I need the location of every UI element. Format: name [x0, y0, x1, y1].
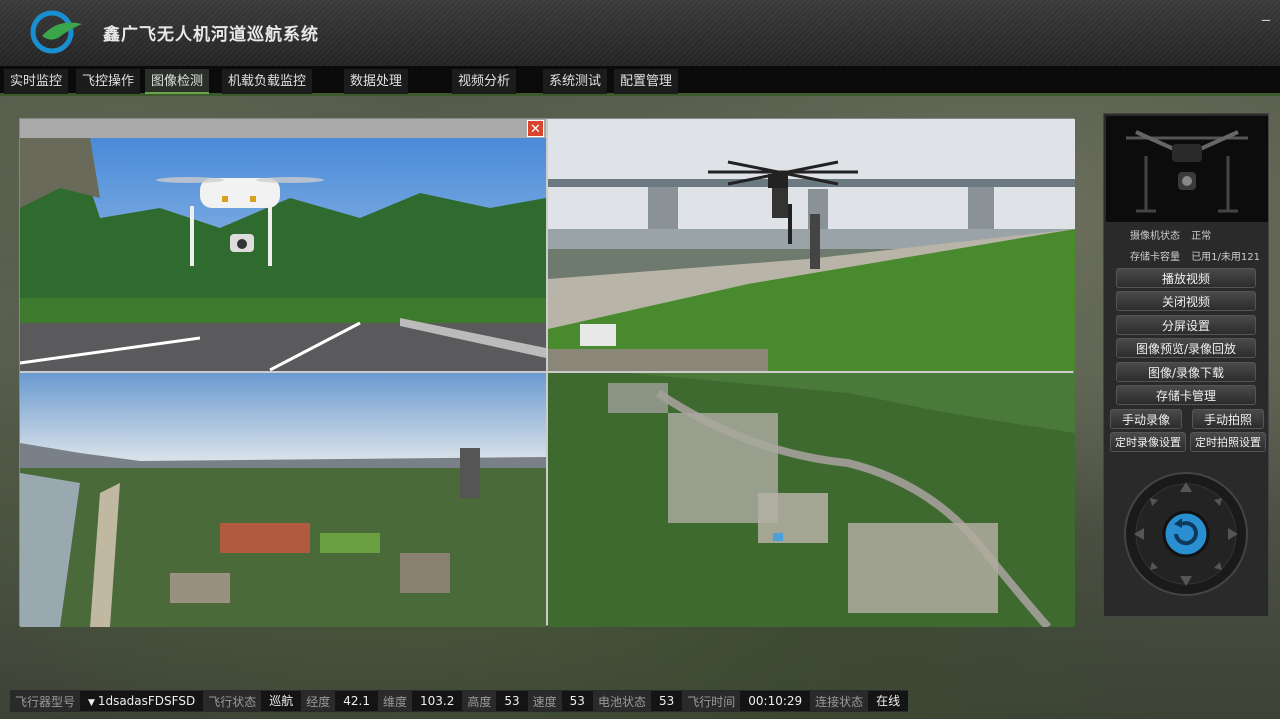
video-frame-hexacopter-river: [548, 119, 1075, 371]
video-grid: ✕: [19, 118, 1075, 627]
title-bar: 鑫广飞无人机河道巡航系统 _: [0, 0, 1280, 66]
tab-flight-control[interactable]: 飞控操作: [76, 69, 141, 94]
camera-control-panel: 摄像机状态 正常 存储卡容量 已用1/未用121 播放视频 关闭视频 分屏设置 …: [1103, 113, 1269, 617]
tab-image-detect[interactable]: 图像检测: [145, 69, 210, 94]
manual-photo-button[interactable]: 手动拍照: [1192, 409, 1264, 429]
storage-status-row: 存储卡容量 已用1/未用121: [1104, 248, 1270, 263]
play-video-button[interactable]: 播放视频: [1116, 268, 1256, 288]
storage-label: 存储卡容量: [1130, 252, 1180, 263]
storage-value: 已用1/未用121: [1191, 252, 1261, 263]
flight-state-label: 飞行状态: [208, 694, 257, 709]
battery-value: 53: [650, 691, 683, 711]
battery-label: 电池状态: [597, 694, 646, 709]
camera-status-label: 摄像机状态: [1130, 231, 1180, 242]
flight-time-value: 00:10:29: [740, 691, 811, 711]
video-pane-1[interactable]: ✕: [20, 119, 546, 371]
dropdown-arrow-icon: ▼: [88, 698, 98, 708]
ptz-control-pad[interactable]: [1124, 472, 1248, 596]
altitude-value: 53: [496, 691, 528, 711]
tab-data-process[interactable]: 数据处理: [344, 69, 409, 94]
split-screen-button[interactable]: 分屏设置: [1116, 315, 1256, 335]
manual-record-button[interactable]: 手动录像: [1110, 409, 1182, 429]
speed-value: 53: [561, 691, 593, 711]
camera-status-row: 摄像机状态 正常: [1104, 227, 1270, 242]
video-pane-2[interactable]: [548, 119, 1075, 371]
tab-video-analysis[interactable]: 视频分析: [452, 69, 517, 94]
model-select[interactable]: ▼ 1dsadasFDSFSD: [80, 691, 204, 711]
tab-system-test[interactable]: 系统测试: [543, 69, 608, 94]
flight-time-label: 飞行时间: [687, 694, 736, 709]
camera-status-value: 正常: [1191, 231, 1212, 242]
model-label: 飞行器型号: [15, 694, 76, 709]
preview-playback-button[interactable]: 图像预览/录像回放: [1116, 338, 1256, 358]
minimize-button[interactable]: _: [1262, 2, 1270, 21]
pane-title-bar: [20, 119, 546, 138]
video-frame-satellite: [548, 373, 1075, 627]
tab-payload-monitor[interactable]: 机载负载监控: [222, 69, 313, 94]
app-logo: [30, 10, 82, 54]
latitude-label: 维度: [382, 694, 407, 709]
flight-status-bar: 飞行器型号 ▼ 1dsadasFDSFSD 飞行状态 巡航 经度 42.1 维度…: [10, 690, 909, 712]
storage-card-button[interactable]: 存储卡管理: [1116, 385, 1256, 405]
close-video-button[interactable]: 关闭视频: [1116, 291, 1256, 311]
video-pane-3[interactable]: [20, 373, 546, 627]
latitude-value: 103.2: [411, 691, 463, 711]
main-nav: 实时监控 飞控操作 图像检测 机载负载监控 数据处理 视频分析 系统测试 配置管…: [0, 66, 1280, 96]
video-pane-4[interactable]: [548, 373, 1075, 627]
download-button[interactable]: 图像/录像下载: [1116, 362, 1256, 382]
model-value: 1dsadasFDSFSD: [97, 694, 196, 708]
app-title: 鑫广飞无人机河道巡航系统: [103, 25, 319, 45]
video-frame-drone-road: [20, 138, 546, 371]
timed-photo-button[interactable]: 定时拍照设置: [1190, 432, 1266, 452]
video-frame-city-aerial: [20, 373, 546, 627]
connection-label: 连接状态: [815, 694, 864, 709]
tab-realtime-monitor[interactable]: 实时监控: [4, 69, 69, 94]
connection-value: 在线: [868, 691, 909, 711]
timed-record-button[interactable]: 定时录像设置: [1110, 432, 1186, 452]
tab-config[interactable]: 配置管理: [614, 69, 679, 94]
altitude-label: 高度: [467, 694, 492, 709]
longitude-value: 42.1: [335, 691, 378, 711]
close-pane-button[interactable]: ✕: [527, 120, 544, 137]
flight-state-value: 巡航: [261, 691, 302, 711]
drone-preview-image: [1106, 116, 1268, 222]
longitude-label: 经度: [306, 694, 331, 709]
speed-label: 速度: [532, 694, 557, 709]
